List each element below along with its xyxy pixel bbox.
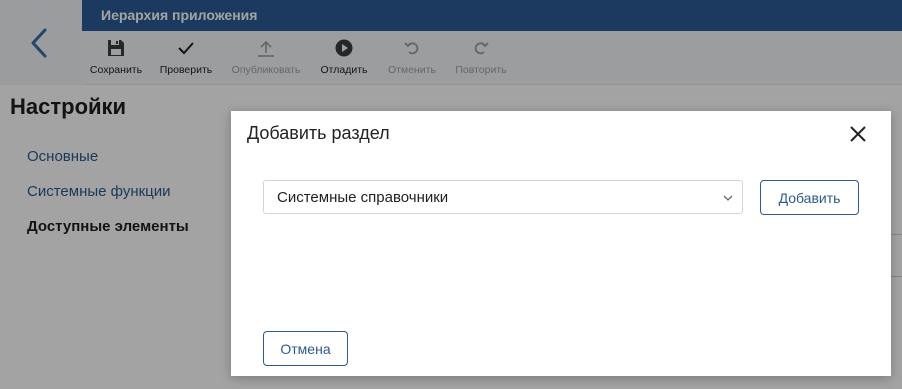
close-button[interactable] <box>845 121 871 147</box>
add-button[interactable]: Добавить <box>760 180 859 215</box>
dialog-title: Добавить раздел <box>247 123 390 143</box>
app-window: Иерархия приложения Сохранить Проверить <box>0 0 902 389</box>
add-section-dialog: Добавить раздел Системные справочники До… <box>231 111 891 376</box>
select-value: Системные справочники <box>277 189 449 206</box>
chevron-down-icon <box>723 195 733 201</box>
section-select[interactable]: Системные справочники <box>263 180 743 214</box>
cancel-button[interactable]: Отмена <box>263 331 348 366</box>
close-icon <box>850 126 866 142</box>
